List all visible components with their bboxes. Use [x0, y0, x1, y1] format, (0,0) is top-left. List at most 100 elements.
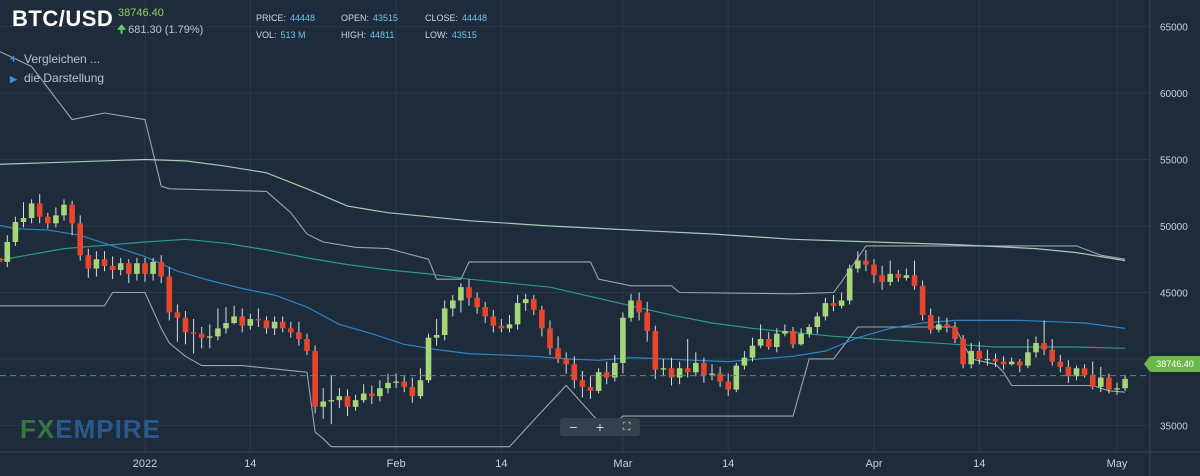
candle — [838, 292, 845, 309]
candle — [36, 194, 43, 224]
candle — [0, 257, 2, 262]
x-tick-label: Feb — [387, 458, 406, 470]
candle — [968, 342, 974, 369]
y-tick-label: 55000 — [1160, 156, 1188, 167]
candle — [255, 308, 262, 328]
candle — [174, 304, 181, 342]
candle — [863, 249, 869, 272]
candle — [709, 364, 715, 381]
candle — [239, 308, 245, 333]
y-tick-label: 50000 — [1160, 222, 1188, 233]
candle — [207, 324, 213, 349]
candle — [1041, 320, 1047, 355]
candle — [1049, 339, 1055, 366]
candle — [134, 257, 140, 281]
current-price-tag: 38746.40 — [1144, 356, 1200, 372]
fxempire-logo: FXEMPIRE — [20, 414, 161, 444]
candle — [927, 308, 934, 334]
candle — [879, 265, 885, 290]
candle — [644, 301, 650, 342]
candle — [595, 368, 602, 394]
candle — [814, 312, 821, 334]
candle — [336, 388, 343, 409]
x-tick-label: 14 — [973, 458, 985, 470]
candle — [944, 317, 950, 333]
y-tick-label: 35000 — [1160, 421, 1188, 432]
candle — [28, 199, 35, 224]
candle — [4, 235, 11, 268]
candle — [409, 377, 416, 403]
candle — [77, 215, 83, 261]
price-change-value: 681.30 (1.79%) — [128, 24, 204, 36]
candle — [61, 199, 67, 221]
candle — [782, 324, 788, 337]
candle — [790, 327, 796, 349]
candle — [887, 260, 893, 286]
candle — [498, 319, 505, 333]
triangle-right-icon: ▶ — [10, 74, 17, 84]
candle — [271, 316, 278, 336]
candle — [198, 327, 205, 349]
candle — [660, 358, 667, 377]
ohlc-price: PRICE: 44448 — [256, 13, 316, 23]
candle — [1025, 339, 1031, 369]
x-tick-label: 14 — [244, 458, 256, 470]
ohlc-volume: VOL: 513 M — [256, 30, 306, 40]
x-tick-label: Apr — [865, 458, 882, 470]
x-tick-label: Mar — [613, 458, 632, 470]
display-menu-item[interactable]: ▶ die Darstellung — [10, 71, 104, 85]
candle — [1033, 336, 1039, 358]
last-price: 38746.40 — [118, 7, 164, 19]
candle — [522, 293, 529, 312]
price-chart[interactable]: 35000400004500050000550006000065000 2022… — [0, 0, 1200, 476]
candle — [806, 324, 812, 338]
candle — [774, 328, 780, 353]
candle — [919, 280, 926, 321]
candle — [1114, 382, 1120, 395]
candle — [514, 295, 521, 330]
candle — [676, 361, 683, 385]
candle — [693, 352, 699, 377]
minus-icon[interactable]: − — [563, 419, 583, 435]
candle — [231, 305, 237, 325]
compare-menu-item[interactable]: + Vergleichen ... — [10, 52, 100, 66]
candle — [701, 357, 707, 383]
plus-icon[interactable]: + — [590, 419, 610, 435]
candle — [377, 380, 383, 402]
candle — [12, 216, 19, 246]
candle — [895, 269, 902, 282]
zoom-controls: − + ⛶ — [560, 418, 640, 436]
x-tick-label: 14 — [722, 458, 734, 470]
candle — [93, 251, 100, 277]
candle — [741, 350, 748, 370]
candle — [717, 366, 723, 387]
price-change: 🠉 681.30 (1.79%) — [117, 21, 203, 40]
candle — [450, 295, 456, 317]
candle — [830, 295, 837, 312]
candle — [101, 251, 108, 272]
candle — [474, 292, 480, 314]
ohlc-open: OPEN: 43515 — [341, 13, 399, 23]
candle — [733, 362, 740, 393]
candle — [547, 320, 553, 355]
candle — [539, 305, 545, 337]
x-tick-label: May — [1107, 458, 1128, 470]
candle — [822, 297, 829, 321]
candle — [936, 316, 942, 333]
candle — [158, 255, 164, 284]
candle — [85, 248, 92, 278]
candle — [263, 316, 270, 334]
candle — [846, 264, 853, 305]
candle — [182, 311, 189, 345]
candle — [1065, 360, 1072, 383]
candle — [620, 312, 626, 374]
candle — [587, 376, 594, 399]
plus-icon: + — [10, 52, 18, 66]
candle — [628, 293, 634, 322]
series-line-channel-upper — [0, 51, 1126, 295]
candle — [903, 268, 910, 281]
fullscreen-icon[interactable]: ⛶ — [617, 421, 637, 434]
candle — [312, 345, 318, 414]
candle — [482, 301, 488, 324]
candle — [320, 388, 326, 419]
